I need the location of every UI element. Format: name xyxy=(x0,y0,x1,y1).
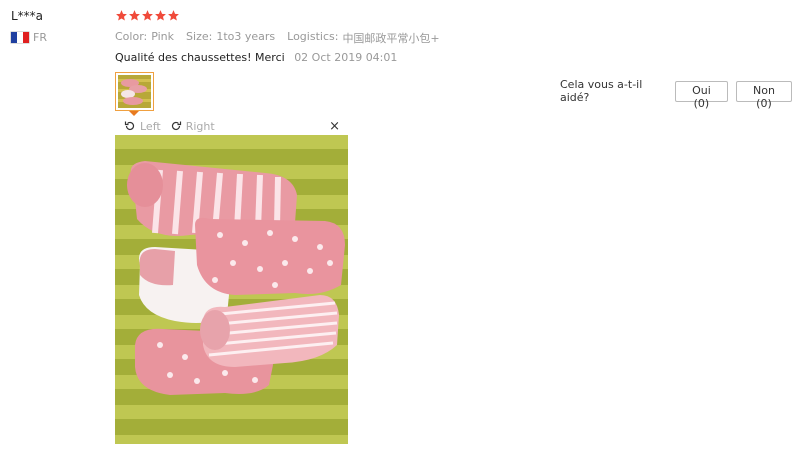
color-value: Pink xyxy=(151,30,175,43)
reviewer-name: L***a xyxy=(11,9,44,23)
star-icon xyxy=(128,9,141,22)
color-label: Color: xyxy=(115,30,148,43)
review-item: L***a FR Color: Pink Size: 1to3 years Lo… xyxy=(0,0,800,454)
size-value: 1to3 years xyxy=(216,30,276,43)
rotate-right-label: Right xyxy=(185,119,215,133)
image-viewer-toolbar: Left Right × xyxy=(115,117,348,135)
review-photo-thumbnail[interactable] xyxy=(115,72,154,111)
star-icon xyxy=(115,9,128,22)
rotate-left-icon xyxy=(124,121,135,131)
star-icon xyxy=(167,9,180,22)
helpful-question: Cela vous a-t-il aidé? xyxy=(560,78,643,104)
star-icon xyxy=(141,9,154,22)
helpful-no-button[interactable]: Non (0) xyxy=(735,80,792,110)
review-content: Qualité des chaussettes! Merci 02 Oct 20… xyxy=(115,51,397,64)
rotate-right-button[interactable]: Right xyxy=(170,120,215,133)
rotate-left-label: Left xyxy=(140,119,161,133)
review-date: 02 Oct 2019 04:01 xyxy=(294,51,398,64)
rotate-right-icon xyxy=(171,121,181,131)
france-flag-icon xyxy=(11,32,29,43)
country-code: FR xyxy=(33,31,47,44)
star-icon xyxy=(154,9,167,22)
thumbnail-selected-indicator xyxy=(129,111,139,116)
size-label: Size: xyxy=(186,30,213,43)
helpful-yes-button[interactable]: Oui (0) xyxy=(674,80,728,110)
star-rating xyxy=(115,9,180,22)
rotate-left-button[interactable]: Left xyxy=(124,120,161,133)
logistics-label: Logistics: xyxy=(287,30,339,43)
logistics-value: 中国邮政平常小包+ xyxy=(342,32,440,45)
reviewer-country: FR xyxy=(11,31,47,44)
helpful-feedback: Cela vous a-t-il aidé? Oui (0) Non (0) xyxy=(560,78,800,110)
close-viewer-button[interactable]: × xyxy=(329,119,340,134)
review-photo-large xyxy=(115,135,348,444)
review-text: Qualité des chaussettes! Merci xyxy=(115,51,285,64)
thumbnail-image xyxy=(118,75,151,108)
product-attributes: Color: Pink Size: 1to3 years Logistics: … xyxy=(115,30,452,46)
